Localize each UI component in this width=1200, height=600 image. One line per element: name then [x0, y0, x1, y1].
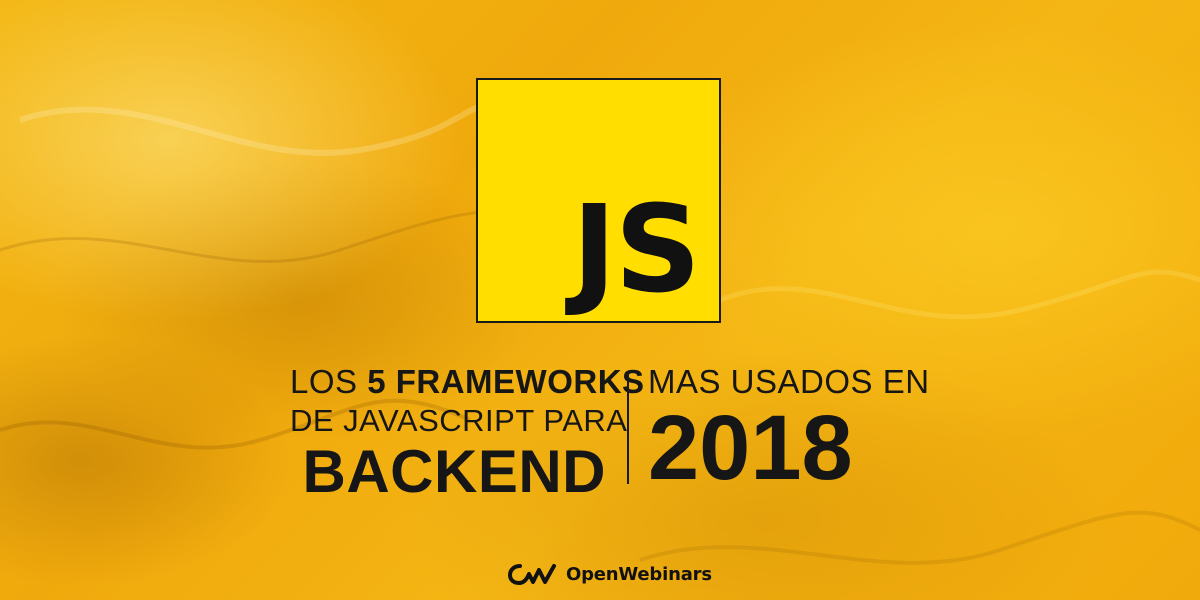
brand-footer: OpenWebinars — [508, 560, 712, 588]
headline-right: MAS USADOS EN 2018 — [648, 362, 930, 499]
headline-divider — [627, 372, 629, 484]
headline-line-3: BACKEND — [302, 438, 606, 505]
headline-line-1: LOS 5 FRAMEWORKS — [290, 362, 644, 402]
headline-line-2: DE JAVASCRIPT PARA — [290, 403, 628, 438]
headline-left: LOS 5 FRAMEWORKS DE JAVASCRIPT PARA BACK… — [290, 362, 644, 505]
javascript-logo-text: JS — [571, 181, 701, 320]
headline-year: 2018 — [648, 397, 853, 499]
openwebinars-logo-icon — [508, 564, 556, 585]
brand-name: OpenWebinars — [566, 563, 712, 585]
headline-line-1-prefix: LOS — [290, 363, 368, 400]
headline-line-4: MAS USADOS EN — [648, 363, 930, 400]
javascript-logo: JS — [476, 78, 721, 323]
headline-line-1-emphasis: 5 FRAMEWORKS — [367, 363, 645, 400]
